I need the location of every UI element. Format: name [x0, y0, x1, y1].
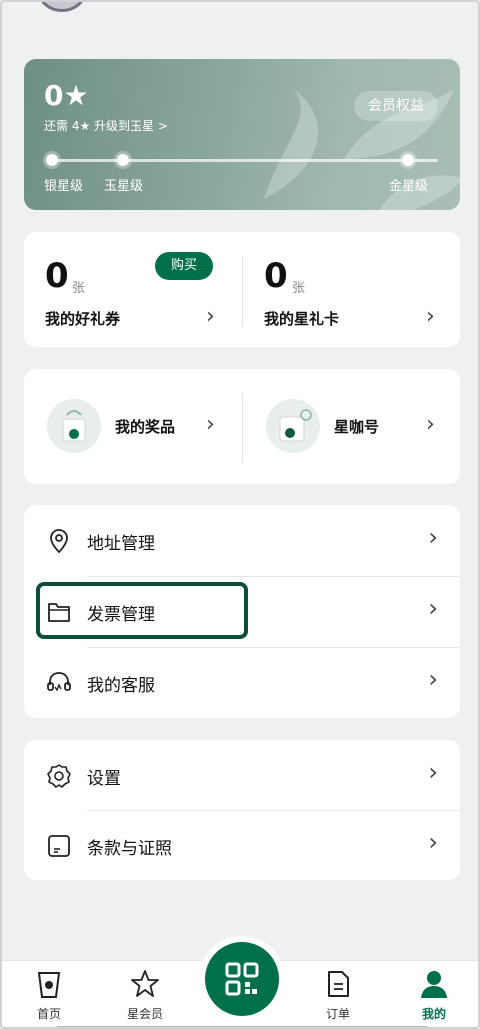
- tab-label: 订单: [325, 1007, 350, 1021]
- highlight-box: [36, 582, 248, 639]
- header-strip: [2, 2, 478, 22]
- tab-membership[interactable]: 星会员: [110, 961, 180, 1027]
- menu-item-terms[interactable]: 条款与证照 ›: [24, 810, 460, 881]
- gear-icon: [47, 764, 71, 788]
- tab-label: 星会员: [126, 1007, 163, 1021]
- gift-card-count: 0: [264, 256, 288, 296]
- coffee-label: 星咖号: [334, 418, 380, 436]
- wallet-card: 0 张 购买 我的好礼券 › 0 张 我的星礼卡 ›: [24, 232, 460, 347]
- chevron-right-icon: ›: [428, 594, 438, 622]
- prize-gift-icon: [47, 399, 101, 453]
- chevron-right-icon: ›: [428, 665, 438, 693]
- chevron-right-icon: ›: [206, 412, 215, 437]
- tab-orders[interactable]: 订单: [303, 961, 373, 1027]
- gift-card-unit: 张: [292, 281, 306, 296]
- tab-home[interactable]: 首页: [14, 961, 84, 1027]
- menu-item-address[interactable]: 地址管理 ›: [24, 505, 460, 576]
- menu-label: 地址管理: [87, 534, 155, 554]
- headset-icon: [47, 672, 71, 692]
- coupons-section[interactable]: 0 张 购买 我的好礼券 ›: [24, 232, 242, 347]
- chevron-right-icon: ›: [426, 304, 435, 329]
- chevron-right-icon: ›: [428, 523, 438, 551]
- chevron-right-icon: ›: [206, 304, 215, 329]
- level-label-jade: 玉星级: [104, 179, 144, 194]
- coffee-cup-icon: [266, 399, 320, 453]
- menu-label: 我的客服: [87, 676, 155, 696]
- tab-profile[interactable]: 我的: [399, 961, 469, 1027]
- menu-item-customer-service[interactable]: 我的客服 ›: [24, 647, 460, 718]
- rewards-card: 我的奖品 › 星咖号 ›: [24, 369, 460, 484]
- chevron-right-icon: ›: [426, 412, 435, 437]
- star-icon: [131, 970, 159, 997]
- cup-icon: [37, 972, 61, 998]
- prizes-label: 我的奖品: [115, 418, 176, 436]
- tab-label: 首页: [36, 1007, 61, 1021]
- chevron-right-icon: ›: [428, 758, 438, 786]
- level-label-gold: 金星级: [389, 179, 429, 194]
- member-benefits-button[interactable]: 会员权益: [354, 91, 438, 121]
- avatar[interactable]: [38, 2, 86, 12]
- document-icon: [48, 835, 70, 857]
- menu-group-settings: 设置 › 条款与证照 ›: [24, 740, 460, 880]
- buy-coupon-button[interactable]: 购买: [155, 252, 213, 280]
- coupon-unit: 张: [72, 281, 86, 296]
- membership-card[interactable]: 0★ 还需 4★ 升级到玉星 > 会员权益 银星级 玉星级 金星级: [24, 59, 460, 210]
- gift-card-section[interactable]: 0 张 我的星礼卡 ›: [242, 232, 460, 347]
- level-dot-gold: [402, 154, 414, 166]
- receipt-icon: [328, 971, 349, 997]
- prizes-section[interactable]: 我的奖品 ›: [24, 369, 242, 484]
- coffee-section[interactable]: 星咖号 ›: [242, 369, 460, 484]
- chevron-right-icon: ›: [428, 828, 438, 856]
- person-icon: [421, 971, 447, 998]
- menu-label: 设置: [87, 769, 121, 789]
- screen: 0★ 还需 4★ 升级到玉星 > 会员权益 银星级 玉星级 金星级 0 张 购买…: [0, 0, 480, 1029]
- coupons-label: 我的好礼券: [45, 310, 121, 328]
- level-progress-track: [52, 159, 438, 162]
- level-dot-jade: [117, 154, 129, 166]
- coupon-count: 0: [45, 256, 69, 296]
- upgrade-tip[interactable]: 还需 4★ 升级到玉星 >: [44, 117, 168, 134]
- level-dot-silver: [46, 154, 58, 166]
- tab-label: 我的: [421, 1007, 446, 1021]
- qr-code-icon: [225, 962, 259, 996]
- gift-card-label: 我的星礼卡: [264, 310, 340, 328]
- menu-item-settings[interactable]: 设置 ›: [24, 740, 460, 811]
- star-count: 0★: [44, 79, 89, 112]
- menu-label: 条款与证照: [87, 839, 172, 859]
- location-pin-icon: [50, 529, 68, 554]
- scan-qr-button[interactable]: [205, 942, 279, 1016]
- level-label-silver: 银星级: [44, 179, 84, 194]
